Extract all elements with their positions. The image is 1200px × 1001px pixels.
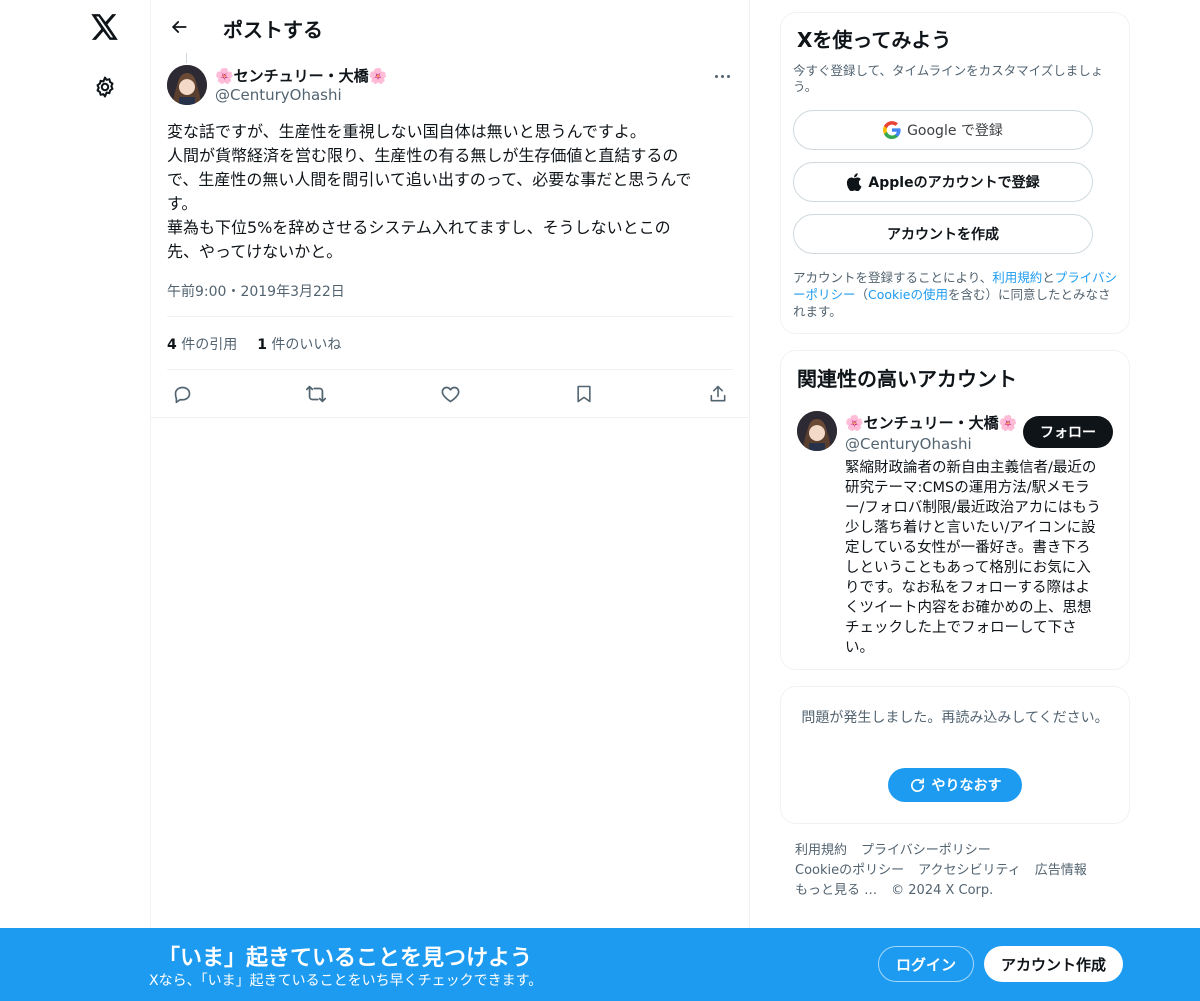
bio-line: りです。なお私をフォローする際はよ (845, 580, 1091, 596)
avatar[interactable] (167, 65, 207, 105)
related-account-bio: 緊縮財政論者の新自由主義信者/最近の 研究テーマ:CMSの運用方法/駅メモラ ー… (845, 458, 1117, 658)
terms-link[interactable]: 利用規約 (992, 270, 1042, 285)
related-account-handle[interactable]: @CenturyOhashi (845, 435, 972, 453)
share-icon[interactable] (704, 380, 732, 408)
signup-card: Xを使ってみよう 今すぐ登録して、タイムラインをカスタマイズしましょう。 Goo… (780, 12, 1130, 334)
google-signup-button[interactable]: Google で登録 (793, 110, 1093, 150)
bio-line: 定している女性が一番好き。書き下ろ (845, 540, 1091, 556)
error-message: 問題が発生しました。再読み込みしてください。 (801, 710, 1109, 726)
like-icon[interactable] (436, 380, 464, 408)
divider (151, 417, 749, 418)
bio-line: しということもあって格別にお気に入 (845, 560, 1091, 576)
related-account-name[interactable]: 🌸センチュリー・大橋🌸 (845, 412, 1017, 433)
follow-button[interactable]: フォロー (1023, 416, 1113, 448)
bookmark-icon[interactable] (570, 380, 598, 408)
terms-paren: （ (855, 287, 869, 302)
refresh-icon (909, 777, 926, 794)
post-text-line: 人間が貨幣経済を営む限り、生産性の有る無しが生存価値と直結するの (167, 146, 679, 165)
post-timestamp[interactable]: 午前9:00・2019年3月22日 (167, 281, 345, 301)
left-nav (0, 0, 150, 928)
bio-line: ー/フォロバ制限/最近政治アカにはもう (845, 500, 1101, 516)
related-accounts-card: 関連性の高いアカウント 🌸センチュリー・大橋🌸 @CenturyOhashi フ… (780, 350, 1130, 670)
post-stats: 4 件の引用 1 件のいいね (167, 334, 361, 354)
gear-icon[interactable] (91, 73, 119, 101)
cookie-link[interactable]: Cookieの使用 (868, 287, 948, 302)
back-arrow-icon[interactable] (163, 11, 195, 43)
page-title: ポストする (223, 18, 323, 42)
signup-button[interactable]: アカウント作成 (984, 946, 1123, 982)
bio-line: 少し落ち着けと言いたい/アイコンに設 (845, 520, 1096, 536)
bottom-bar-subtitle: Xなら、「いま」起きていることをいち早くチェックできます。 (149, 973, 543, 989)
bio-line: くツイート内容をお確かめの上、思想 (845, 600, 1092, 616)
footer-link-more[interactable]: もっと見る … (795, 881, 877, 901)
google-signup-label: Google で登録 (907, 123, 1003, 139)
create-account-button[interactable]: アカウントを作成 (793, 214, 1093, 254)
author-handle[interactable]: @CenturyOhashi (215, 86, 342, 104)
bio-line: 緊縮財政論者の新自由主義信者/最近の (845, 460, 1097, 476)
bio-line: チェックした上でフォローして下さ (845, 620, 1077, 636)
likes-count: 1 (257, 337, 267, 353)
quotes-stat[interactable]: 4 件の引用 (167, 334, 237, 354)
login-button[interactable]: ログイン (878, 946, 974, 982)
footer-link-accessibility[interactable]: アクセシビリティ (918, 861, 1021, 881)
avatar[interactable] (797, 411, 837, 451)
terms-text: アカウントを登録することにより、利用規約とプライバシーポリシー（Cookieの使… (793, 269, 1119, 320)
related-accounts-title: 関連性の高いアカウント (797, 367, 1017, 391)
create-account-label: アカウントを作成 (887, 227, 999, 243)
post-actions (167, 380, 733, 408)
footer-link-ads[interactable]: 広告情報 (1035, 861, 1087, 881)
thread-line (186, 53, 187, 63)
apple-signup-button[interactable]: Appleのアカウントで登録 (793, 162, 1093, 202)
repost-icon[interactable] (302, 380, 330, 408)
post-text: 変な話ですが、生産性を重視しない国自体は無いと思うんですよ。 人間が貨幣経済を営… (167, 120, 733, 264)
footer-links: 利用規約 プライバシーポリシー Cookieのポリシー アクセシビリティ 広告情… (795, 841, 1125, 901)
likes-stat[interactable]: 1 件のいいね (257, 334, 341, 354)
post-text-line: で、生産性の無い人間を間引いて追い出すのって、必要な事だと思うんで (167, 170, 692, 189)
likes-label: 件のいいね (271, 337, 342, 353)
post-text-line: 先、やってけないかと。 (167, 242, 343, 261)
terms-prefix: アカウントを登録することにより、 (793, 270, 993, 285)
x-logo-icon[interactable] (90, 12, 120, 42)
more-icon[interactable] (707, 66, 737, 86)
terms-and: と (1042, 270, 1055, 285)
reply-icon[interactable] (168, 380, 196, 408)
divider (167, 316, 733, 317)
post-text-line: 変な話ですが、生産性を重視しない国自体は無いと思うんですよ。 (167, 122, 646, 141)
retry-label: やりなおす (931, 778, 1002, 794)
apple-icon (846, 173, 862, 191)
divider (167, 369, 733, 370)
footer-link-cookie[interactable]: Cookieのポリシー (795, 861, 904, 881)
footer-link-privacy[interactable]: プライバシーポリシー (861, 841, 991, 861)
bio-line: い。 (845, 640, 874, 656)
author-name[interactable]: 🌸センチュリー・大橋🌸 (215, 65, 387, 86)
google-icon (883, 121, 901, 139)
quotes-count: 4 (167, 337, 177, 353)
post-text-line: す。 (167, 194, 198, 213)
bio-line: 研究テーマ:CMSの運用方法/駅メモラ (845, 480, 1090, 496)
quotes-label: 件の引用 (181, 337, 238, 353)
post-text-line: 華為も下位5%を辞めさせるシステム入れてますし、そうしないとこの (167, 218, 671, 237)
error-card: 問題が発生しました。再読み込みしてください。 やりなおす (780, 686, 1130, 824)
main-column: ポストする 🌸センチュリー・大橋🌸 @CenturyOhashi 変な話ですが、… (150, 0, 750, 928)
signup-card-subtitle: 今すぐ登録して、タイムラインをカスタマイズしましょう。 (793, 63, 1104, 94)
apple-signup-label: Appleのアカウントで登録 (868, 175, 1040, 191)
footer-link-terms[interactable]: 利用規約 (795, 841, 847, 861)
retry-button[interactable]: やりなおす (888, 768, 1022, 802)
bottom-bar-title: 「いま」起きていることを見つけよう (158, 946, 533, 971)
signup-card-title: Xを使ってみよう (797, 28, 952, 52)
copyright: © 2024 X Corp. (891, 883, 994, 898)
